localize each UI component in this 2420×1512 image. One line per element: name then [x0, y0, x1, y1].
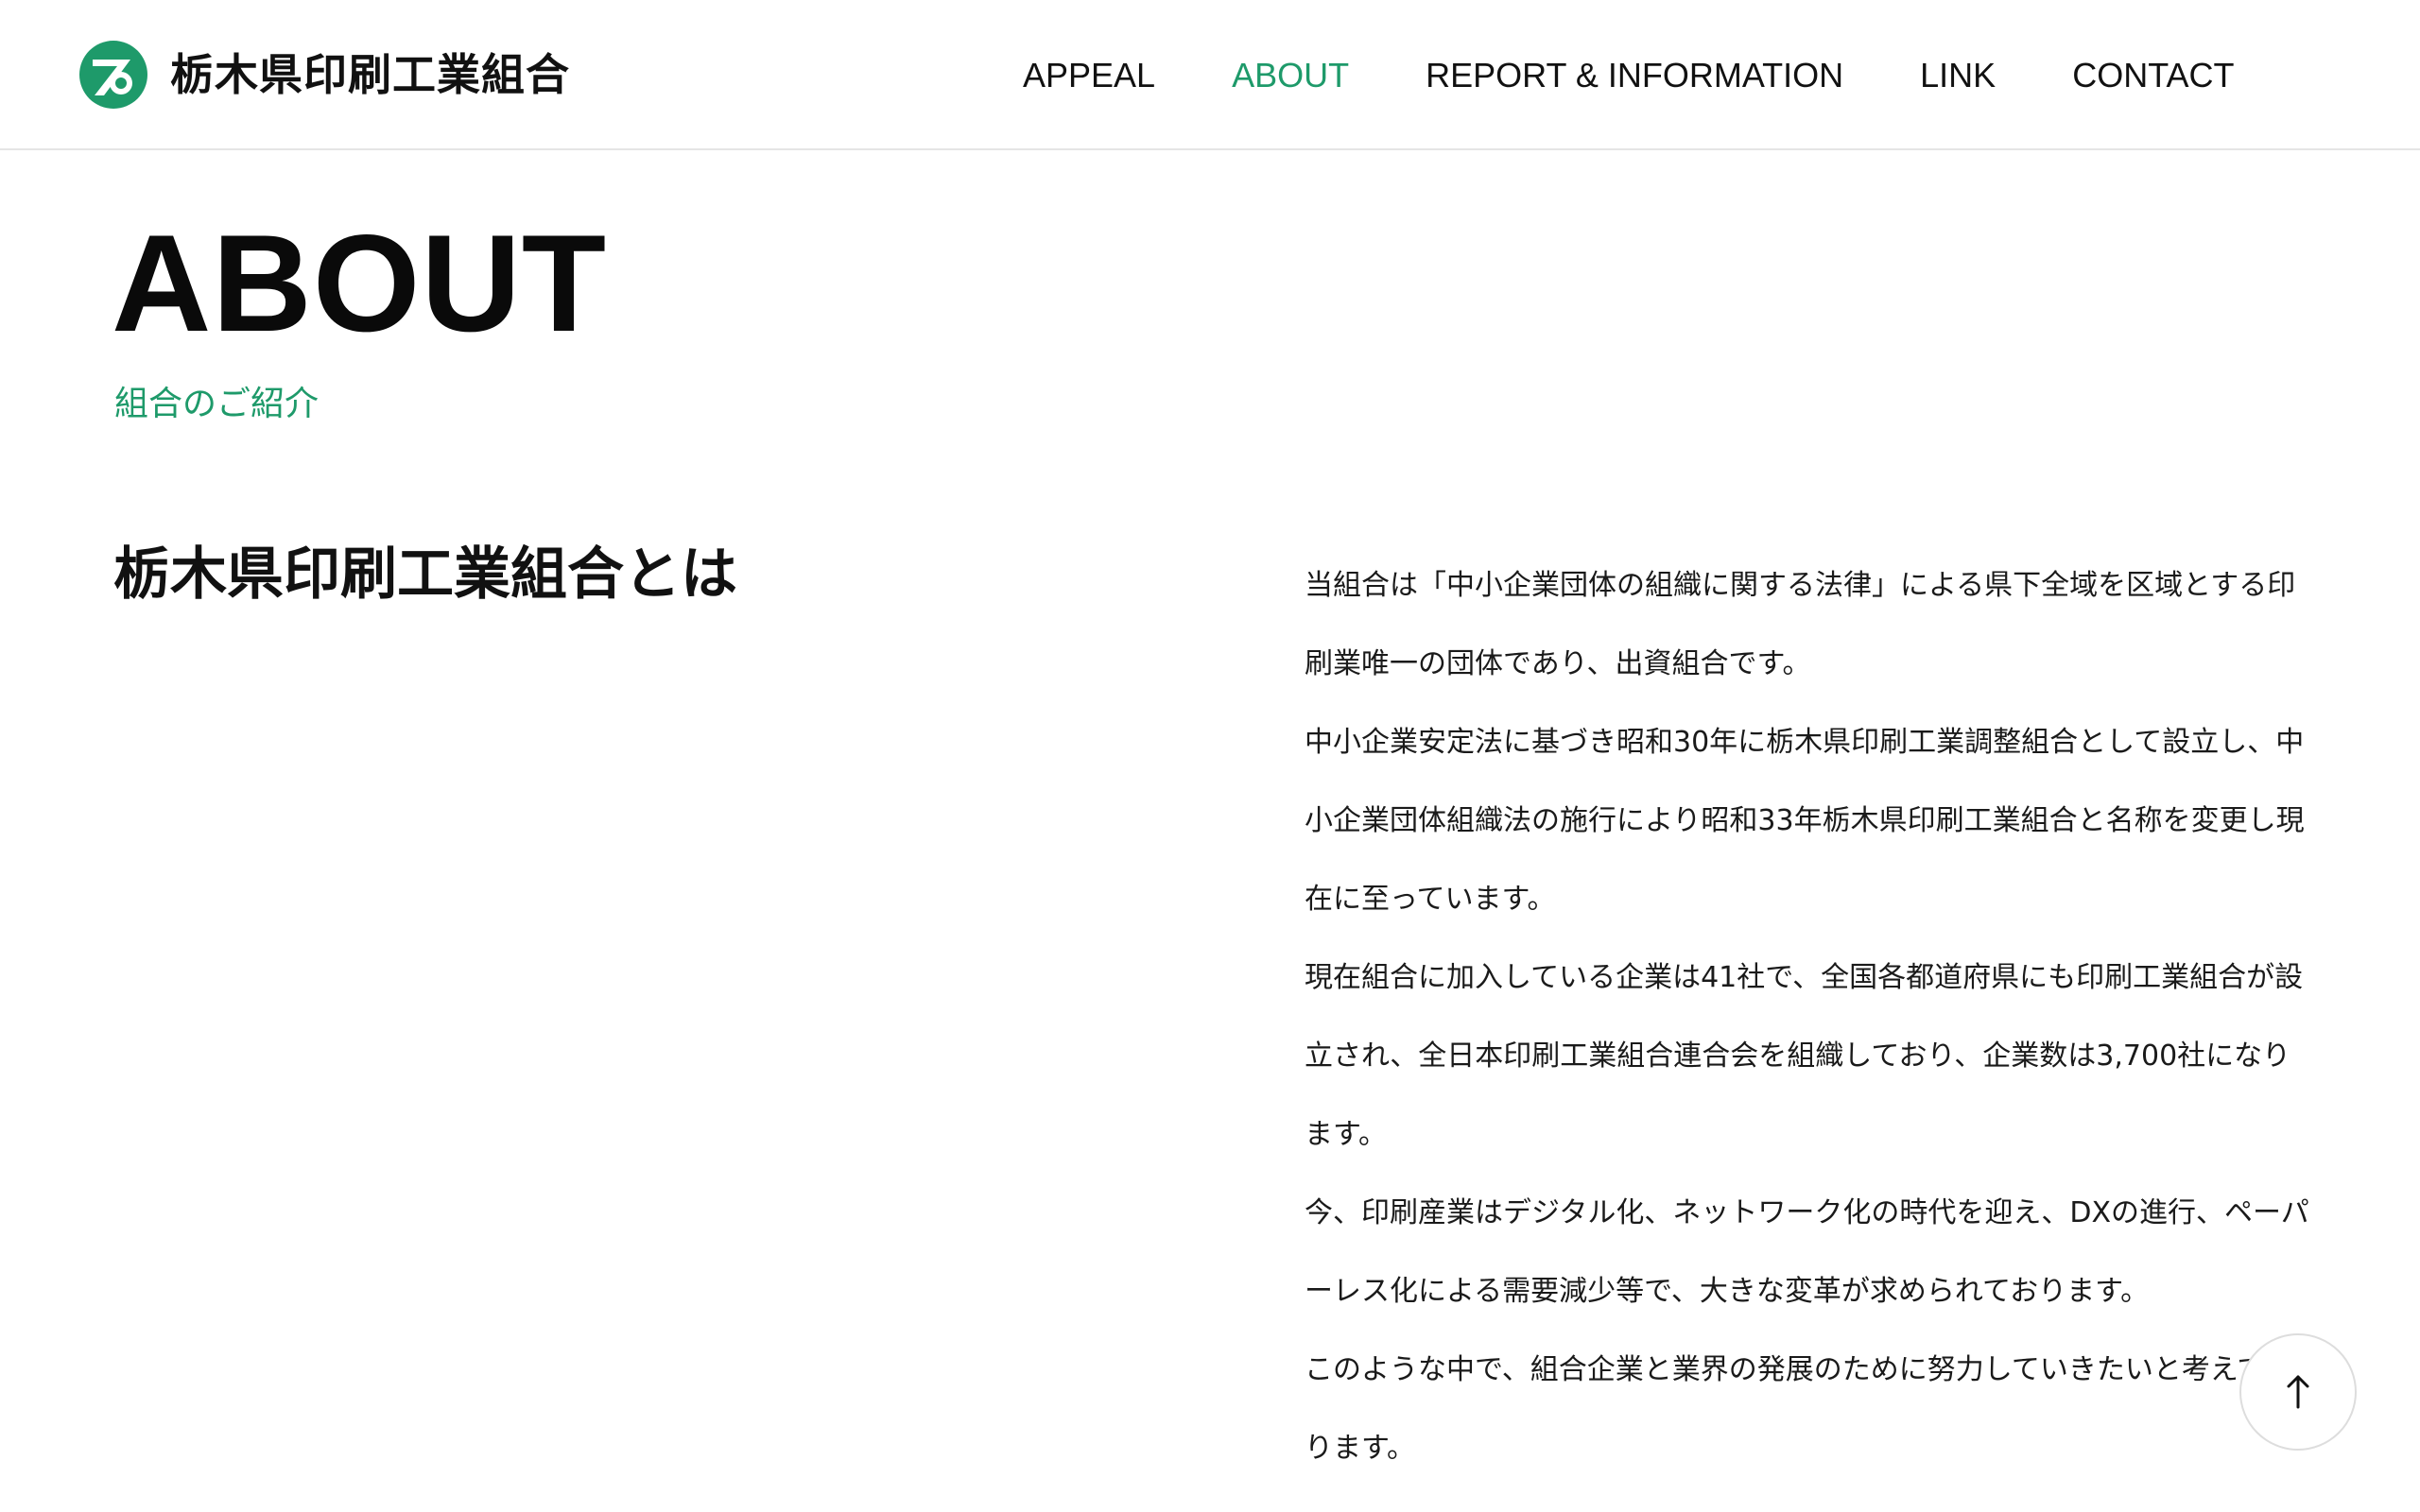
page-subtitle: 組合のご紹介 [114, 385, 320, 423]
scroll-to-top-button[interactable] [2239, 1333, 2357, 1451]
about-paragraph: 今、印刷産業はデジタル化、ネットワーク化の時代を迎え、DXの進行、ペーパーレス化… [1305, 1196, 2309, 1308]
nav-item-contact[interactable]: CONTACT [2072, 49, 2234, 102]
section-title: 栃木県印刷工業組合とは [113, 541, 737, 608]
about-paragraph: 当組合は「中小企業団体の組織に関する法律」による県下全域を区域とする印刷業唯一の… [1305, 569, 2296, 680]
nav-item-report-information[interactable]: REPORT & INFORMATION [1426, 49, 1843, 102]
nav-item-about[interactable]: ABOUT [1232, 49, 1349, 102]
about-body: 当組合は「中小企業団体の組織に関する法律」による県下全域を区域とする印刷業唯一の… [1305, 546, 2316, 1487]
brand-name: 栃木県印刷工業組合 [170, 49, 570, 100]
site-header: 栃木県印刷工業組合 APPEAL ABOUT REPORT & INFORMAT… [0, 0, 2420, 150]
brand-home-link[interactable]: 栃木県印刷工業組合 [79, 41, 570, 109]
page-title: ABOUT [112, 206, 608, 360]
union-logo-icon [79, 41, 147, 109]
about-paragraph: 中小企業安定法に基づき昭和30年に栃木県印刷工業調整組合として設立し、中小企業団… [1305, 726, 2305, 916]
about-paragraph: 現在組合に加入している企業は41社で、全国各都道府県にも印刷工業組合が設立され、… [1305, 961, 2304, 1151]
arrow-up-icon [2287, 1375, 2309, 1409]
nav-item-appeal[interactable]: APPEAL [1023, 49, 1155, 102]
main-nav: APPEAL ABOUT REPORT & INFORMATION LINK C… [1023, 49, 2235, 102]
nav-item-link[interactable]: LINK [1920, 49, 1996, 102]
about-paragraph: このような中で、組合企業と業界の発展のために努力していきたいと考えております。 [1305, 1353, 2293, 1465]
